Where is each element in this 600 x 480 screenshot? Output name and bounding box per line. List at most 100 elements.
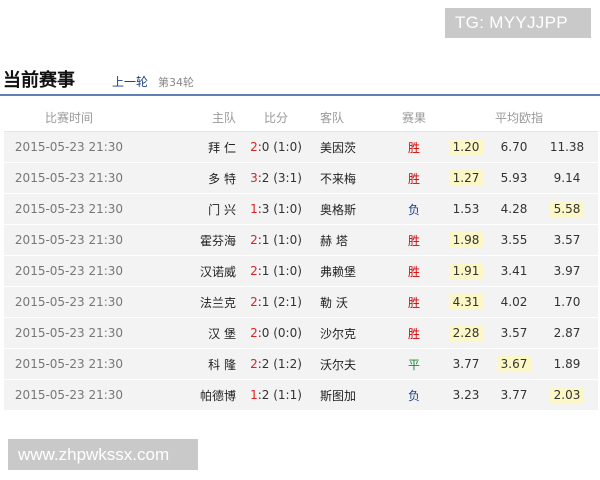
home-goals: 3 bbox=[250, 171, 258, 185]
away-team[interactable]: 弗赖堡 bbox=[312, 255, 388, 287]
matches-table: 比赛时间 主队 比分 客队 赛果 平均欧指 2015-05-23 21:30 拜 … bbox=[4, 103, 598, 411]
table-row[interactable]: 2015-05-23 21:30 汉诺威 2:1 (1:0) 弗赖堡胜 1.91 3.41… bbox=[4, 255, 598, 287]
score-detail: :1 (1:0) bbox=[257, 264, 302, 278]
odds-win: 1.91 bbox=[440, 255, 492, 287]
odds-lose: 1.70 bbox=[536, 286, 598, 318]
odds-draw: 3.57 bbox=[492, 317, 536, 349]
odds-draw: 4.28 bbox=[492, 193, 536, 225]
home-goals: 2 bbox=[250, 357, 258, 371]
odds-win: 1.53 bbox=[440, 193, 492, 225]
match-score: 3:2 (3:1) bbox=[240, 162, 312, 194]
table-header: 比赛时间 主队 比分 客队 赛果 平均欧指 bbox=[4, 103, 598, 132]
odds-lose: 5.58 bbox=[536, 193, 598, 225]
away-team[interactable]: 不来梅 bbox=[312, 162, 388, 194]
table-row[interactable]: 2015-05-23 21:30 拜 仁 2:0 (1:0) 美因茨胜 1.20 6.70… bbox=[4, 131, 598, 163]
col-odds-header: 平均欧指 bbox=[440, 103, 598, 132]
round-label: 第34轮 bbox=[158, 76, 194, 89]
odds-lose: 3.57 bbox=[536, 224, 598, 256]
score-detail: :3 (1:0) bbox=[257, 202, 302, 216]
home-goals: 2 bbox=[250, 295, 258, 309]
table-row[interactable]: 2015-05-23 21:30 汉 堡 2:0 (0:0) 沙尔克胜 2.28 3.57… bbox=[4, 317, 598, 349]
score-detail: :2 (1:1) bbox=[257, 388, 302, 402]
table-row[interactable]: 2015-05-23 21:30 多 特 3:2 (3:1) 不来梅胜 1.27 5.93… bbox=[4, 162, 598, 194]
home-team[interactable]: 汉诺威 bbox=[192, 255, 240, 287]
match-time: 2015-05-23 21:30 bbox=[4, 224, 134, 256]
table-row[interactable]: 2015-05-23 21:30 门 兴 1:3 (1:0) 奥格斯负 1.53 4.28… bbox=[4, 193, 598, 225]
away-team[interactable]: 沙尔克 bbox=[312, 317, 388, 349]
table-row[interactable]: 2015-05-23 21:30 霍芬海 2:1 (1:0) 赫 塔胜 1.98 3.55… bbox=[4, 224, 598, 256]
odds-draw: 3.55 bbox=[492, 224, 536, 256]
match-result: 负 bbox=[388, 193, 440, 225]
table-row[interactable]: 2015-05-23 21:30 帕德博 1:2 (1:1) 斯图加负 3.23 3.77… bbox=[4, 379, 598, 411]
odds-lose: 2.87 bbox=[536, 317, 598, 349]
table-row[interactable]: 2015-05-23 21:30 法兰克 2:1 (2:1) 勒 沃胜 4.31 4.02… bbox=[4, 286, 598, 318]
home-goals: 2 bbox=[250, 264, 258, 278]
odds-win: 1.98 bbox=[440, 224, 492, 256]
col-score-header: 比分 bbox=[240, 103, 312, 132]
home-goals: 2 bbox=[250, 233, 258, 247]
match-time: 2015-05-23 21:30 bbox=[4, 317, 134, 349]
match-score: 2:1 (1:0) bbox=[240, 255, 312, 287]
match-result: 负 bbox=[388, 379, 440, 411]
match-time: 2015-05-23 21:30 bbox=[4, 193, 134, 225]
match-score: 2:0 (1:0) bbox=[240, 131, 312, 163]
watermark-bottom: www.zhpwkssx.com bbox=[8, 439, 198, 470]
away-team[interactable]: 赫 塔 bbox=[312, 224, 388, 256]
table-row[interactable]: 2015-05-23 21:30 科 隆 2:2 (1:2) 沃尔夫平 3.77 3.67… bbox=[4, 348, 598, 380]
home-team[interactable]: 门 兴 bbox=[192, 193, 240, 225]
match-time: 2015-05-23 21:30 bbox=[4, 286, 134, 318]
match-result: 平 bbox=[388, 348, 440, 380]
odds-draw: 3.41 bbox=[492, 255, 536, 287]
home-team[interactable]: 拜 仁 bbox=[192, 131, 240, 163]
match-time: 2015-05-23 21:30 bbox=[4, 379, 134, 411]
home-team[interactable]: 霍芬海 bbox=[192, 224, 240, 256]
match-result: 胜 bbox=[388, 131, 440, 163]
away-team[interactable]: 奥格斯 bbox=[312, 193, 388, 225]
odds-win: 1.27 bbox=[440, 162, 492, 194]
home-team[interactable]: 法兰克 bbox=[192, 286, 240, 318]
home-goals: 1 bbox=[250, 388, 258, 402]
score-detail: :1 (2:1) bbox=[257, 295, 302, 309]
match-result: 胜 bbox=[388, 255, 440, 287]
match-score: 2:1 (1:0) bbox=[240, 224, 312, 256]
table-body: 2015-05-23 21:30 拜 仁 2:0 (1:0) 美因茨胜 1.20 6.70… bbox=[4, 131, 598, 411]
odds-win: 1.20 bbox=[440, 131, 492, 163]
home-team[interactable]: 汉 堡 bbox=[192, 317, 240, 349]
home-team[interactable]: 科 隆 bbox=[192, 348, 240, 380]
odds-draw: 3.67 bbox=[492, 348, 536, 380]
odds-draw: 3.77 bbox=[492, 379, 536, 411]
away-team[interactable]: 斯图加 bbox=[312, 379, 388, 411]
match-time: 2015-05-23 21:30 bbox=[4, 348, 134, 380]
col-result-header: 赛果 bbox=[388, 103, 440, 132]
page-title: 当前赛事 bbox=[3, 70, 75, 91]
match-score: 2:1 (2:1) bbox=[240, 286, 312, 318]
odds-lose: 3.97 bbox=[536, 255, 598, 287]
match-time: 2015-05-23 21:30 bbox=[4, 162, 134, 194]
away-team[interactable]: 沃尔夫 bbox=[312, 348, 388, 380]
odds-lose: 11.38 bbox=[536, 131, 598, 163]
home-goals: 2 bbox=[250, 326, 258, 340]
home-goals: 2 bbox=[250, 140, 258, 154]
home-team[interactable]: 多 特 bbox=[192, 162, 240, 194]
score-detail: :0 (0:0) bbox=[257, 326, 302, 340]
col-away-header: 客队 bbox=[312, 103, 388, 132]
prev-round-link[interactable]: 上一轮 bbox=[112, 73, 148, 90]
col-home-header: 主队 bbox=[192, 103, 240, 132]
match-result: 胜 bbox=[388, 162, 440, 194]
score-detail: :0 (1:0) bbox=[257, 140, 302, 154]
match-score: 2:2 (1:2) bbox=[240, 348, 312, 380]
odds-win: 3.77 bbox=[440, 348, 492, 380]
away-team[interactable]: 勒 沃 bbox=[312, 286, 388, 318]
col-time-header: 比赛时间 bbox=[4, 103, 134, 132]
match-result: 胜 bbox=[388, 286, 440, 318]
home-team[interactable]: 帕德博 bbox=[192, 379, 240, 411]
odds-lose: 2.03 bbox=[536, 379, 598, 411]
odds-win: 3.23 bbox=[440, 379, 492, 411]
match-result: 胜 bbox=[388, 317, 440, 349]
score-detail: :2 (3:1) bbox=[257, 171, 302, 185]
match-score: 1:2 (1:1) bbox=[240, 379, 312, 411]
odds-win: 2.28 bbox=[440, 317, 492, 349]
odds-lose: 1.89 bbox=[536, 348, 598, 380]
odds-draw: 4.02 bbox=[492, 286, 536, 318]
away-team[interactable]: 美因茨 bbox=[312, 131, 388, 163]
